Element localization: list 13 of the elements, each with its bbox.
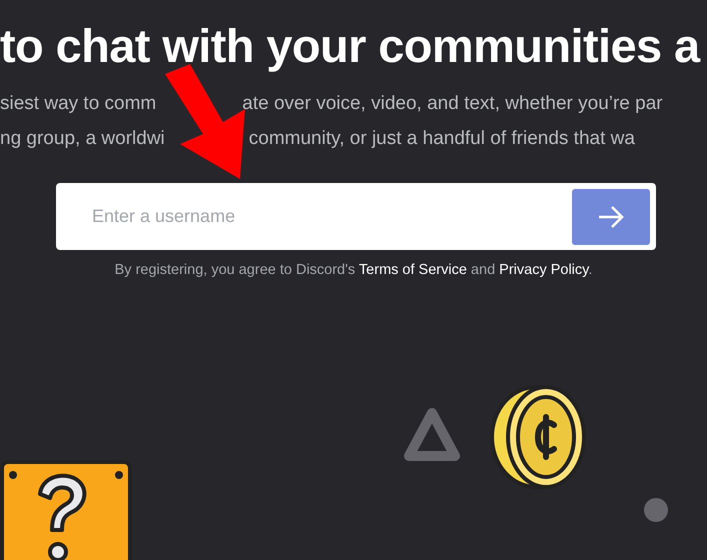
subtitle-text: community, or just a handful of friends that wa [248, 127, 635, 151]
terms-text: By registering, you agree to Discord's Terms of Service and Privacy Policy. [114, 262, 594, 278]
right-arrow-icon [597, 205, 625, 229]
privacy-policy-link[interactable]: Privacy Policy [499, 262, 588, 278]
terms-of-service-link[interactable]: Terms of Service [358, 262, 467, 278]
subtitle-text: siest way to comm [0, 92, 156, 116]
headline: to chat with your communities a [0, 18, 702, 72]
dot-icon [644, 498, 668, 522]
subtitle-text: ng group, a worldwi [0, 127, 165, 151]
subtitle-text: ate over voice, video, and text, whether you’re par [242, 92, 663, 116]
submit-button[interactable] [572, 189, 650, 245]
coin-icon [488, 383, 588, 491]
triangle-icon [404, 406, 460, 462]
